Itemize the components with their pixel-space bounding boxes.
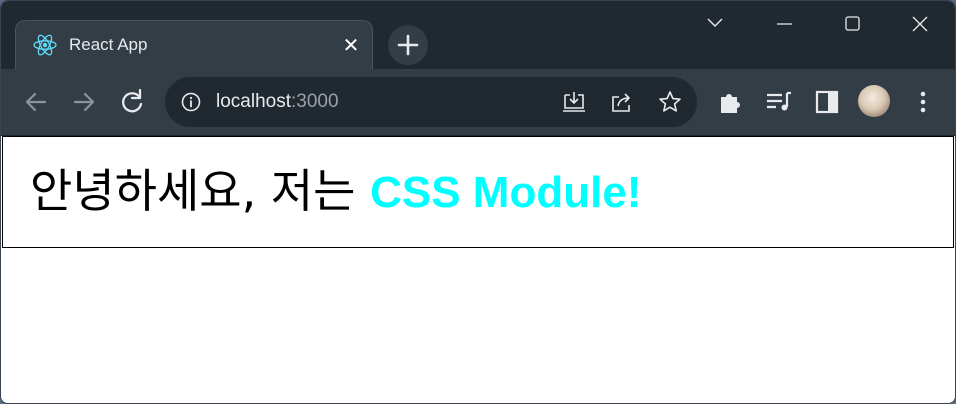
url-port: :3000 <box>291 91 339 112</box>
greeting-box: 안녕하세요, 저는 CSS Module! <box>2 136 954 248</box>
url-text[interactable]: localhost:3000 <box>216 91 339 113</box>
install-app-icon[interactable] <box>561 89 587 115</box>
close-icon[interactable] <box>900 7 940 41</box>
tab-title: React App <box>69 35 148 54</box>
greeting-text: 안녕하세요, 저는 <box>30 164 371 218</box>
forward-arrow-icon[interactable] <box>67 85 101 119</box>
new-tab-button[interactable] <box>388 25 428 65</box>
greeting-heading: 안녕하세요, 저는 CSS Module! <box>30 161 641 223</box>
tab-close-icon[interactable]: ✕ <box>338 32 364 58</box>
url-host: localhost <box>216 91 291 112</box>
address-bar[interactable]: localhost:3000 <box>165 77 697 127</box>
share-icon[interactable] <box>609 89 635 115</box>
profile-avatar[interactable] <box>858 85 890 117</box>
tab-strip: React App ✕ <box>1 1 955 70</box>
page-viewport: 안녕하세요, 저는 CSS Module! <box>1 136 955 403</box>
maximize-icon[interactable] <box>832 7 872 41</box>
reload-icon[interactable] <box>115 85 149 119</box>
back-arrow-icon[interactable] <box>19 85 53 119</box>
kebab-menu-icon[interactable] <box>906 85 940 119</box>
side-panel-icon[interactable] <box>810 85 844 119</box>
highlight-text: CSS Module! <box>370 168 642 217</box>
tab-react-app[interactable]: React App ✕ <box>15 20 373 70</box>
puzzle-icon[interactable] <box>714 85 748 119</box>
plus-icon <box>397 34 419 56</box>
browser-window: React App ✕ localhost:3000 안녕하세요, 저는 CSS… <box>0 0 956 404</box>
info-icon[interactable] <box>180 91 202 113</box>
chevron-down-icon[interactable] <box>695 7 735 41</box>
minimize-icon[interactable] <box>764 7 804 41</box>
toolbar: localhost:3000 <box>1 69 955 136</box>
media-queue-icon[interactable] <box>762 85 796 119</box>
react-logo-icon <box>33 34 57 56</box>
star-icon[interactable] <box>657 89 683 115</box>
